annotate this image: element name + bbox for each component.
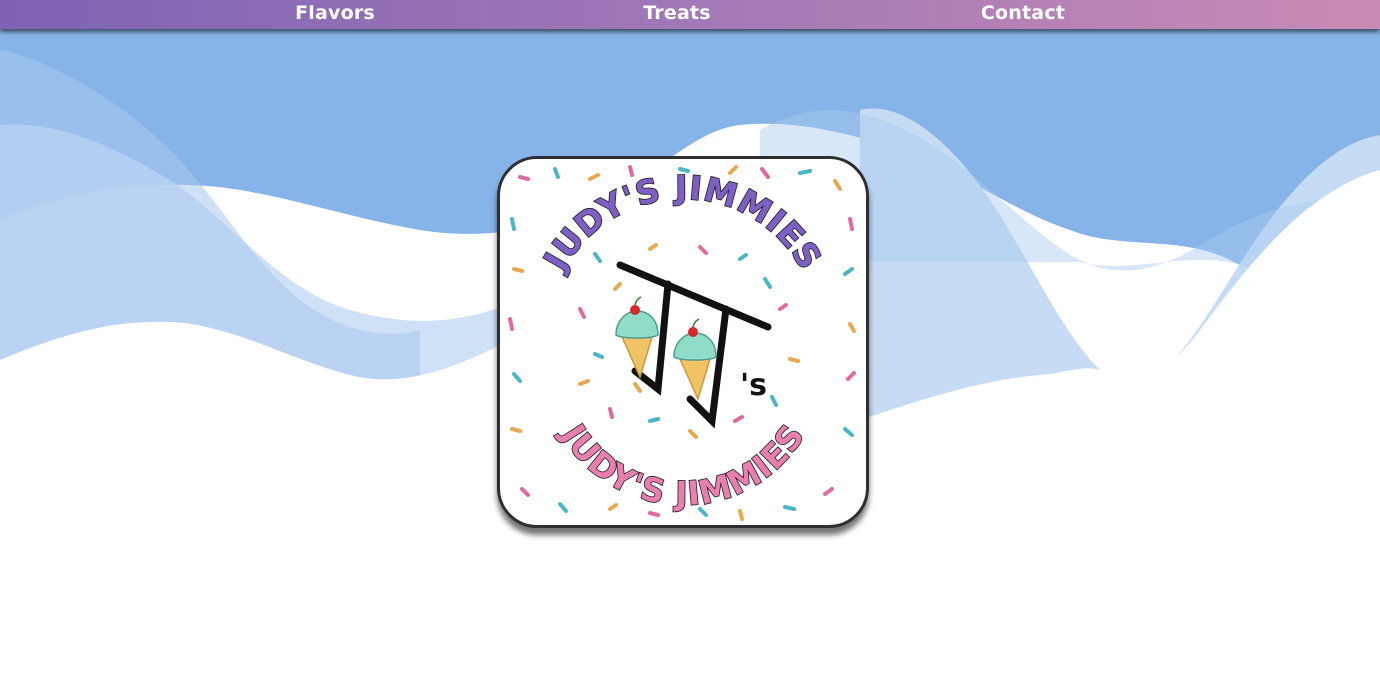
nav-link-treats[interactable]: Treats [643, 0, 711, 27]
logo-top-text: JUDY'S JIMMIES [535, 168, 830, 278]
logo-bottom-text: JUDY'S JIMMIES [553, 416, 813, 513]
top-navbar: Flavors Treats Contact [0, 0, 1380, 29]
ice-cream-cone-icon [615, 296, 659, 380]
monogram-suffix: 's [740, 368, 767, 403]
nav-link-contact[interactable]: Contact [981, 0, 1065, 27]
nav-link-flavors[interactable]: Flavors [295, 0, 375, 27]
logo-artwork: JUDY'S JIMMIES JUDY'S JIMMIES 's [508, 165, 856, 521]
brand-logo: JUDY'S JIMMIES JUDY'S JIMMIES 's [497, 156, 869, 528]
page: Flavors Treats Contact JUDY'S JIMMIES JU… [0, 0, 1380, 680]
ice-cream-cone-icon [673, 318, 717, 402]
